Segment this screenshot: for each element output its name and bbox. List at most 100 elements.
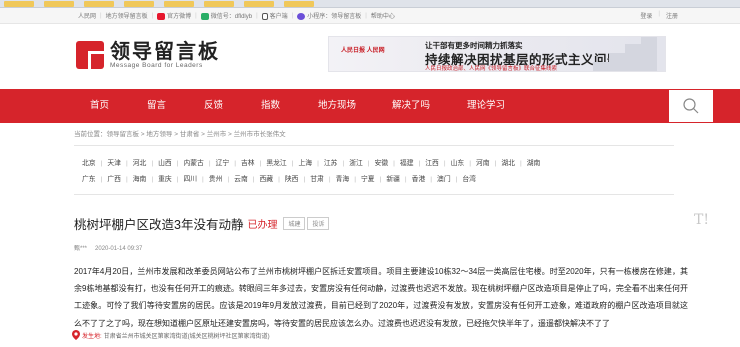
region-divider: | — [418, 160, 421, 167]
type-tag[interactable]: 投诉 — [307, 217, 330, 230]
main-nav: 首页 留言 反馈 指数 地方现场 解决了吗 理论学习 — [0, 89, 740, 123]
region-link[interactable]: 新疆 — [386, 172, 400, 188]
login-link[interactable]: 登录 — [640, 11, 652, 20]
miniprogram-link[interactable]: 小程序：领导留言板 — [297, 11, 361, 20]
status-badge: 已办理 — [247, 220, 278, 231]
region-link[interactable]: 香港 — [412, 172, 426, 188]
campaign-banner[interactable]: 人民日报 人民网 让干部有更多时间精力抓落实 持续解决困扰基层的形式主义问题 人… — [328, 36, 666, 72]
region-link[interactable]: 重庆 — [158, 172, 172, 188]
divider: | — [100, 12, 102, 19]
bookmark-folder-icon[interactable] — [124, 1, 154, 7]
region-link[interactable]: 河南 — [476, 156, 490, 172]
help-link[interactable]: 帮助中心 — [371, 11, 395, 20]
people-net-link[interactable]: 人民网 — [78, 11, 96, 20]
region-divider: | — [443, 160, 446, 167]
message-title: 桃树坪棚户区改造3年没有动静 — [74, 218, 244, 232]
site-logo[interactable]: 领导留言板 Message Board for Leaders — [76, 40, 220, 69]
region-divider: | — [519, 160, 522, 167]
region-link[interactable]: 四川 — [183, 172, 197, 188]
search-icon — [683, 98, 699, 114]
region-divider: | — [208, 160, 211, 167]
region-selector: 北京 | 天津 | 河北 | 山西 | 内蒙古 | 辽宁 | 吉林 | 黑龙江 | 上海 | 江苏 | 浙江 | 安徽 | 福建… — [74, 145, 674, 195]
banner-media-logos: 人民日报 人民网 — [341, 48, 385, 54]
region-link[interactable]: 上海 — [298, 156, 312, 172]
region-divider: | — [455, 176, 458, 183]
region-link[interactable]: 山西 — [158, 156, 172, 172]
region-link[interactable]: 澳门 — [437, 172, 451, 188]
region-link[interactable]: 湖南 — [527, 156, 541, 172]
category-tag[interactable]: 城建 — [283, 217, 306, 230]
wechat-label: 微信号：dfldlyb — [210, 14, 253, 20]
region-divider: | — [393, 160, 395, 167]
register-link[interactable]: 注册 — [666, 11, 678, 20]
nav-item-index[interactable]: 指数 — [261, 89, 280, 123]
client-link[interactable]: 客户端 — [261, 11, 288, 20]
nav-item-home[interactable]: 首页 — [90, 89, 109, 123]
region-link[interactable]: 福建 — [400, 156, 414, 172]
search-button[interactable] — [668, 89, 714, 123]
region-link[interactable]: 浙江 — [349, 156, 363, 172]
region-link[interactable]: 贵州 — [209, 172, 223, 188]
phone-icon — [261, 12, 268, 20]
region-link[interactable]: 湖北 — [501, 156, 515, 172]
region-divider: | — [227, 176, 230, 183]
region-row: 广东 | 广西 | 海南 | 重庆 | 四川 | 贵州 | 云南 | 西藏 | 陕西 | 甘肃 | 青海 | 宁夏 | 新疆 | 香… — [82, 172, 674, 188]
region-link[interactable]: 河北 — [133, 156, 147, 172]
region-link[interactable]: 山东 — [451, 156, 465, 172]
region-link[interactable]: 内蒙古 — [183, 156, 203, 172]
location-label: 发生地: — [82, 333, 102, 340]
weibo-icon — [157, 12, 166, 20]
nav-item-messages[interactable]: 留言 — [147, 89, 166, 123]
author-name: 甄*** — [74, 246, 88, 252]
region-divider: | — [151, 176, 154, 183]
region-divider: | — [100, 160, 103, 167]
divider: | — [291, 12, 294, 19]
region-divider: | — [404, 176, 407, 183]
region-divider: | — [367, 160, 370, 167]
bookmark-folder-icon[interactable] — [84, 1, 114, 7]
nav-item-local-scene[interactable]: 地方现场 — [318, 89, 356, 123]
region-link[interactable]: 广西 — [107, 172, 121, 188]
region-divider: | — [494, 160, 497, 167]
client-label: 客户端 — [269, 14, 288, 20]
bookmark-folder-icon[interactable] — [284, 1, 314, 7]
region-link[interactable]: 北京 — [82, 156, 96, 172]
region-link[interactable]: 广东 — [82, 172, 96, 188]
region-divider: | — [176, 176, 179, 183]
bookmark-folder-icon[interactable] — [204, 1, 234, 7]
nav-item-theory-study[interactable]: 理论学习 — [467, 89, 505, 123]
region-link[interactable]: 辽宁 — [216, 156, 230, 172]
leader-site-link[interactable]: 地方领导留言板 — [106, 11, 148, 20]
region-link[interactable]: 陕西 — [285, 172, 299, 188]
divider: | — [256, 12, 258, 19]
region-link[interactable]: 海南 — [133, 172, 147, 188]
region-link[interactable]: 黑龙江 — [266, 156, 286, 172]
region-divider: | — [317, 160, 319, 167]
weibo-link[interactable]: 官方微博 — [157, 11, 191, 20]
region-link[interactable]: 青海 — [336, 172, 350, 188]
region-link[interactable]: 江苏 — [324, 156, 338, 172]
nav-item-resolved[interactable]: 解决了吗 — [392, 89, 430, 123]
region-divider: | — [259, 160, 262, 167]
region-divider: | — [176, 160, 179, 167]
region-link[interactable]: 吉林 — [241, 156, 255, 172]
region-link[interactable]: 西藏 — [260, 172, 274, 188]
region-link[interactable]: 甘肃 — [310, 172, 324, 188]
nav-item-feedback[interactable]: 反馈 — [204, 89, 223, 123]
bookmark-folder-icon[interactable] — [164, 1, 194, 7]
bookmark-folder-icon[interactable] — [244, 1, 274, 7]
region-link[interactable]: 台湾 — [462, 172, 476, 188]
region-link[interactable]: 安徽 — [375, 156, 389, 172]
bookmark-folder-icon[interactable] — [44, 1, 74, 7]
font-size-icon[interactable]: T! — [694, 212, 709, 228]
region-divider: | — [354, 176, 356, 183]
bookmark-folder-icon[interactable] — [4, 1, 34, 7]
region-link[interactable]: 天津 — [107, 156, 121, 172]
region-divider: | — [100, 176, 103, 183]
miniprogram-icon — [297, 12, 306, 20]
region-link[interactable]: 宁夏 — [361, 172, 375, 188]
region-link[interactable]: 江西 — [425, 156, 439, 172]
region-link[interactable]: 云南 — [234, 172, 248, 188]
wechat-link[interactable]: 微信号：dfldlyb — [200, 11, 253, 20]
message-title-row: 桃树坪棚户区改造3年没有动静 已办理 城建 投诉 — [74, 214, 330, 233]
